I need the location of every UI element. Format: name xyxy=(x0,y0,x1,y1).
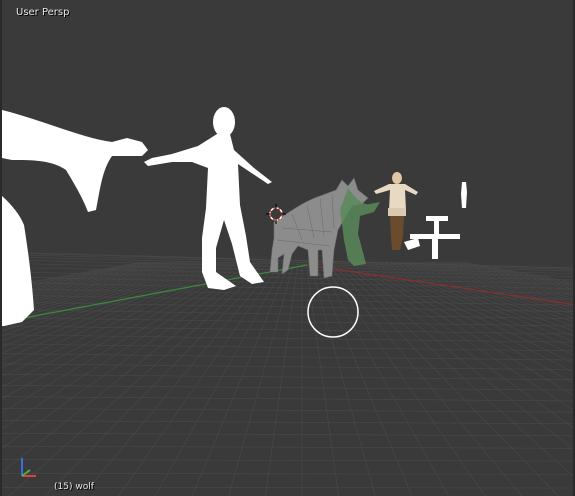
x-axis-line xyxy=(306,264,573,306)
grid-line xyxy=(45,261,275,496)
grid-line xyxy=(265,261,299,496)
grid-line xyxy=(81,261,279,496)
grid-line xyxy=(2,420,573,425)
ground-grid xyxy=(2,251,573,496)
grid-line xyxy=(305,261,339,496)
grid-line xyxy=(2,445,573,449)
grid-line xyxy=(2,396,573,402)
grid-line xyxy=(2,353,573,361)
scene-canvas[interactable] xyxy=(2,0,575,496)
grid-line xyxy=(2,432,573,437)
active-object-status: (15) wolf xyxy=(54,482,94,492)
grid-line xyxy=(155,261,287,496)
grid-line xyxy=(2,384,573,391)
grid-line xyxy=(2,459,573,462)
grid-line xyxy=(2,363,573,370)
3d-viewport[interactable]: User Persp (15) wolf xyxy=(0,0,575,496)
axis-gizmo-icon xyxy=(21,458,36,477)
grid-line xyxy=(309,261,376,496)
grid-line xyxy=(228,261,295,496)
white-object[interactable] xyxy=(404,216,460,259)
view-name-label: User Persp xyxy=(16,7,70,18)
grid-line xyxy=(191,261,291,496)
grid-line xyxy=(2,473,573,475)
small-white-figure[interactable] xyxy=(461,182,467,208)
grid-line xyxy=(2,408,573,413)
grid-line xyxy=(2,374,573,380)
